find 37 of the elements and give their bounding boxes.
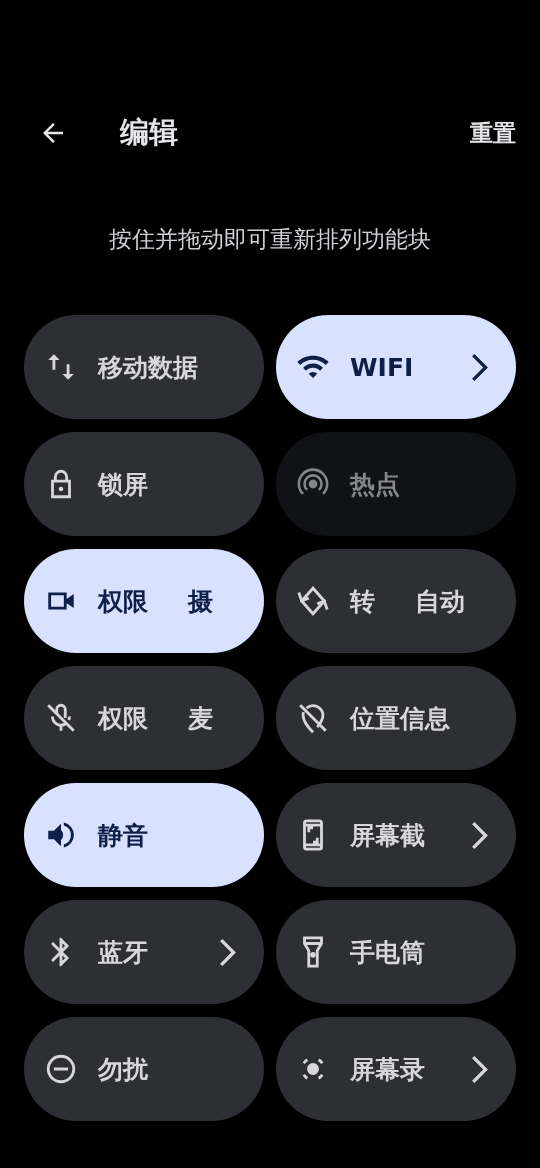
tile-label: 权限 xyxy=(98,585,148,618)
quick-settings-tile[interactable]: WIFI xyxy=(276,315,516,419)
tile-label: 转 xyxy=(350,585,375,618)
quick-settings-tile[interactable]: 位置信息 xyxy=(276,666,516,770)
tile-label: WIFI xyxy=(350,352,414,382)
tile-label: 位置信息 xyxy=(350,702,450,735)
quick-settings-tile[interactable]: 屏幕截 xyxy=(276,783,516,887)
quick-settings-tile[interactable]: 权限 摄 xyxy=(24,549,264,653)
quick-settings-tile[interactable]: 移动数据 xyxy=(24,315,264,419)
tile-icon xyxy=(296,584,330,618)
quick-settings-tile[interactable]: 锁屏 xyxy=(24,432,264,536)
tile-label: 静音 xyxy=(98,819,148,852)
tile-label: 蓝牙 xyxy=(98,936,148,969)
tile-icon xyxy=(296,701,330,735)
quick-settings-tile[interactable]: 勿扰 xyxy=(24,1017,264,1121)
instruction-text: 按住并拖动即可重新排列功能块 xyxy=(108,225,432,254)
quick-settings-tile[interactable]: 权限 麦 xyxy=(24,666,264,770)
tile-label: 屏幕录 xyxy=(350,1053,425,1086)
quick-settings-tile[interactable]: 手电筒 xyxy=(276,900,516,1004)
tile-label: 自动 xyxy=(415,585,465,618)
tile-label: 热点 xyxy=(350,468,400,501)
tile-label: 移动数据 xyxy=(98,351,198,384)
tile-label: 权限 xyxy=(98,702,148,735)
quick-settings-tile[interactable]: 屏幕录 xyxy=(276,1017,516,1121)
tile-label: 摄 xyxy=(188,585,213,618)
tile-icon xyxy=(44,1052,78,1086)
tile-label: 屏幕截 xyxy=(350,819,425,852)
quick-settings-tile[interactable]: 静音 xyxy=(24,783,264,887)
tile-label: 锁屏 xyxy=(98,468,148,501)
tile-label: 麦 xyxy=(188,702,213,735)
quick-settings-tile[interactable]: 蓝牙 xyxy=(24,900,264,1004)
tile-label: 手电筒 xyxy=(350,936,425,969)
tile-icon xyxy=(44,701,78,735)
page-title: 编辑 xyxy=(120,114,179,151)
quick-settings-tile[interactable]: 转 自动 xyxy=(276,549,516,653)
tile-label: 勿扰 xyxy=(98,1053,148,1086)
reset-button[interactable]: 重置 xyxy=(470,117,516,149)
